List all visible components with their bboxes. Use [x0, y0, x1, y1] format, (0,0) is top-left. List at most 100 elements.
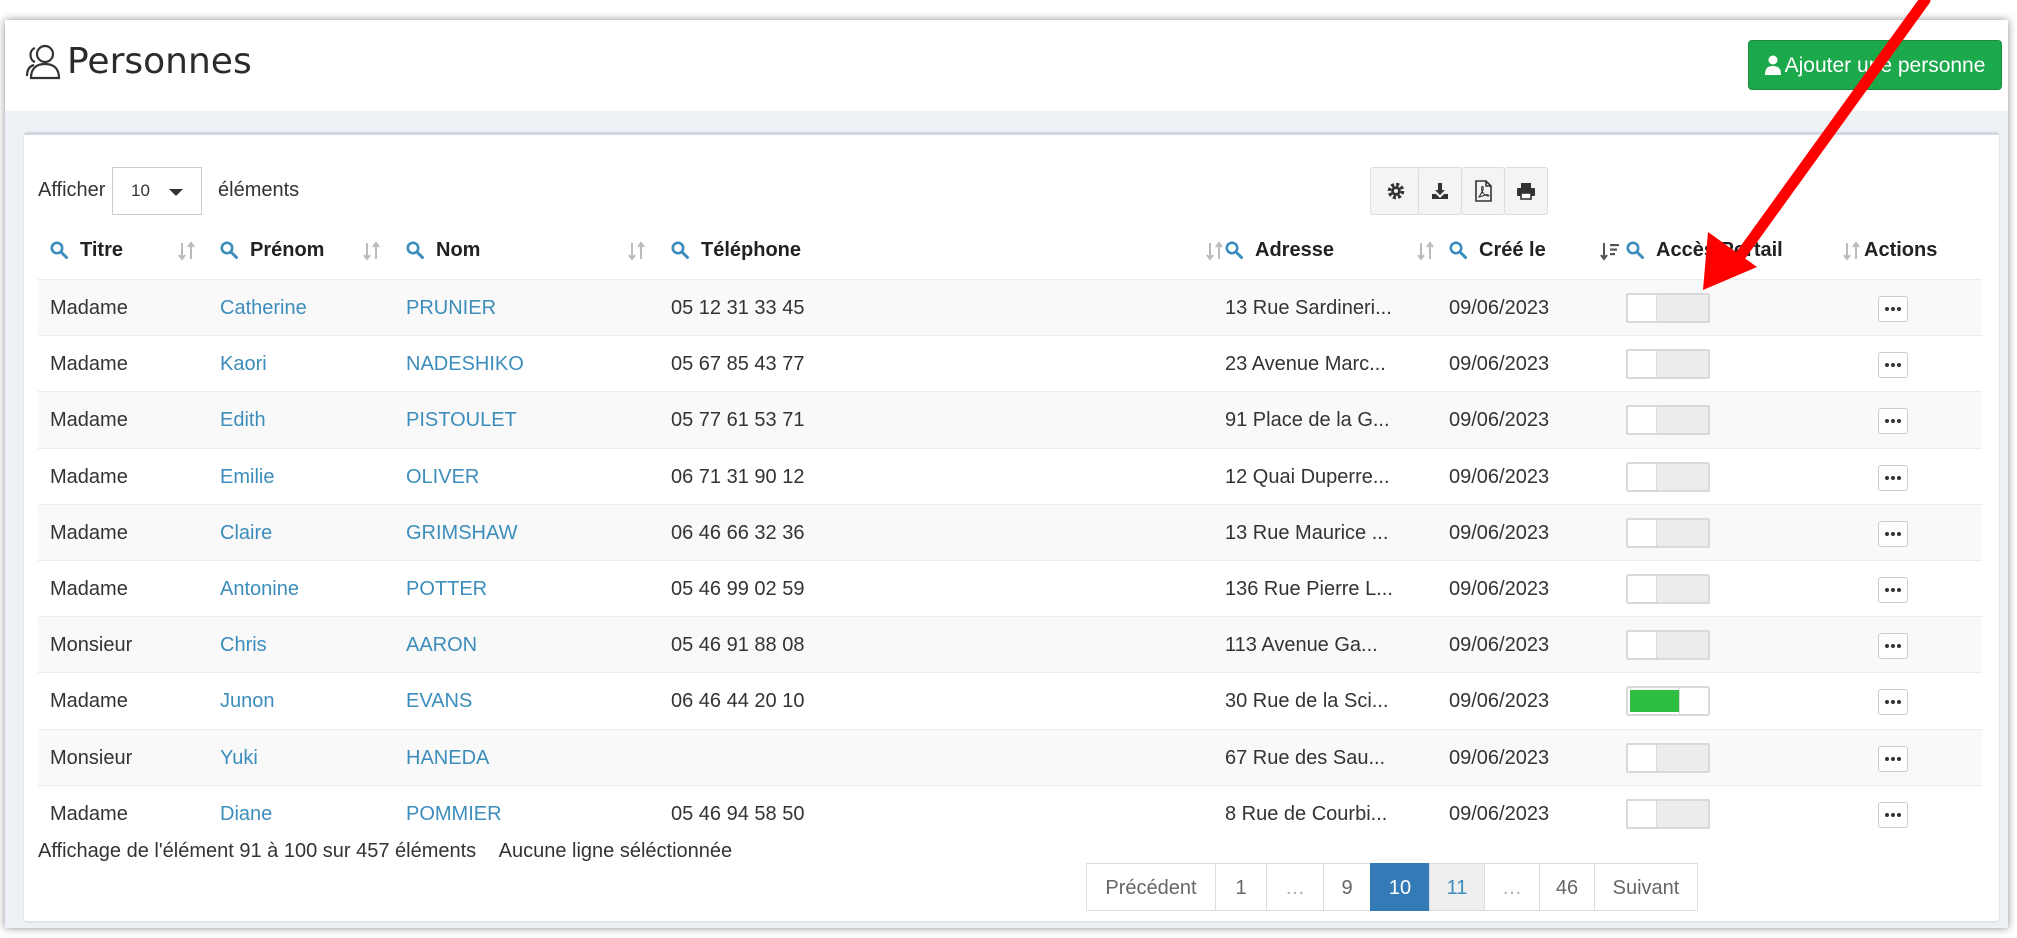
page-button-46[interactable]: 46 [1539, 863, 1595, 911]
previous-page-button[interactable]: Précédent [1086, 863, 1216, 911]
row-actions-button[interactable] [1878, 801, 1908, 828]
search-icon[interactable] [50, 241, 68, 259]
cell-prenom[interactable]: Kaori [220, 336, 400, 392]
cell-nom[interactable]: GRIMSHAW [406, 505, 656, 561]
cell-telephone: 05 12 31 33 45 [671, 297, 805, 319]
portal-access-toggle[interactable] [1626, 293, 1710, 323]
search-icon[interactable] [671, 241, 689, 259]
page-button-11[interactable]: 11 [1429, 863, 1485, 911]
column-label: Créé le [1479, 239, 1546, 261]
table-row[interactable]: Madame Emilie OLIVER 06 71 31 90 12 12 Quai … [38, 447, 1982, 505]
portal-access-toggle[interactable] [1626, 461, 1710, 492]
row-actions-button[interactable] [1878, 296, 1908, 322]
sort-icon[interactable] [626, 241, 648, 261]
cell-cree-le: 09/06/2023 [1449, 746, 1550, 769]
search-icon[interactable] [1626, 241, 1644, 259]
portal-access-toggle[interactable] [1626, 349, 1710, 380]
portal-access-toggle[interactable] [1626, 798, 1710, 829]
cell-prenom[interactable]: Junon [220, 673, 400, 729]
portal-access-toggle[interactable] [1626, 405, 1710, 436]
add-person-button[interactable]: Ajouter une personne [1748, 40, 2002, 90]
cell-prenom[interactable]: Edith [220, 392, 400, 448]
cell-nom[interactable]: NADESHIKO [406, 336, 656, 392]
table-row[interactable]: Monsieur Chris AARON 05 46 91 88 08 113 Aven… [38, 616, 1982, 674]
cell-nom[interactable]: OLIVER [406, 449, 656, 505]
portal-access-toggle[interactable] [1626, 742, 1710, 773]
search-icon[interactable] [220, 241, 238, 259]
portal-access-toggle[interactable] [1626, 574, 1710, 604]
cell-nom[interactable]: POTTER [406, 561, 656, 617]
print-button[interactable] [1504, 167, 1548, 215]
column-header-adresse[interactable]: Adresse [1225, 221, 1334, 279]
row-actions-button[interactable] [1878, 464, 1908, 491]
search-icon[interactable] [1225, 241, 1243, 259]
sort-icon[interactable] [176, 241, 198, 261]
cell-nom[interactable]: HANEDA [406, 730, 656, 786]
column-header-actions[interactable]: Actions [1864, 221, 1937, 279]
cell-cree-le: 09/06/2023 [1449, 297, 1550, 319]
portal-access-toggle[interactable] [1626, 686, 1710, 717]
selection-info-text: Aucune ligne séléctionnée [498, 840, 733, 862]
portal-access-toggle[interactable] [1626, 517, 1710, 548]
cell-adresse: 91 Place de la G... [1225, 409, 1390, 432]
pdf-button[interactable] [1461, 167, 1505, 215]
table-row[interactable]: Madame Edith PISTOULET 05 77 61 53 71 91 Pla… [38, 391, 1982, 449]
sort-icon[interactable] [1204, 241, 1226, 261]
page-button-1[interactable]: 1 [1215, 863, 1267, 911]
column-header-telephone[interactable]: Téléphone [671, 221, 801, 279]
cell-prenom[interactable]: Emilie [220, 449, 400, 505]
cell-nom[interactable]: AARON [406, 617, 656, 673]
cell-nom[interactable]: PRUNIER [406, 280, 656, 336]
sort-icon[interactable] [1841, 241, 1863, 261]
cell-prenom[interactable]: Antonine [220, 561, 400, 617]
next-page-button[interactable]: Suivant [1594, 863, 1698, 911]
page-button-9[interactable]: 9 [1323, 863, 1371, 911]
page-length-select[interactable]: 10 [112, 167, 202, 215]
sort-desc-icon[interactable] [1598, 241, 1620, 261]
cell-nom[interactable]: POMMIER [406, 786, 656, 842]
row-actions-button[interactable] [1878, 577, 1908, 603]
column-header-cree-le[interactable]: Créé le [1449, 221, 1546, 279]
column-label: Prénom [250, 239, 325, 261]
settings-button[interactable] [1370, 167, 1422, 215]
row-actions-button[interactable] [1878, 352, 1908, 379]
column-header-acces-portail[interactable]: Accès Portail [1626, 221, 1783, 279]
cell-adresse: 136 Rue Pierre L... [1225, 578, 1393, 600]
sort-icon[interactable] [1415, 241, 1437, 261]
cell-prenom[interactable]: Chris [220, 617, 400, 673]
cell-adresse: 30 Rue de la Sci... [1225, 690, 1389, 713]
export-button[interactable] [1418, 167, 1462, 215]
cell-titre: Madame [50, 578, 128, 600]
column-header-prenom[interactable]: Prénom [220, 221, 324, 279]
search-icon[interactable] [1449, 241, 1467, 259]
cell-prenom[interactable]: Catherine [220, 280, 400, 336]
cell-adresse: 67 Rue des Sau... [1225, 746, 1386, 769]
row-actions-button[interactable] [1878, 745, 1908, 772]
row-actions-button[interactable] [1878, 520, 1908, 547]
cell-adresse: 23 Avenue Marc... [1225, 353, 1386, 376]
column-label: Nom [436, 239, 481, 261]
cell-prenom[interactable]: Claire [220, 505, 400, 561]
cell-prenom[interactable]: Diane [220, 786, 400, 842]
cell-prenom[interactable]: Yuki [220, 730, 400, 786]
column-header-nom[interactable]: Nom [406, 221, 480, 279]
sort-icon[interactable] [361, 241, 383, 261]
cell-nom[interactable]: EVANS [406, 673, 656, 729]
table-row[interactable]: Madame Junon EVANS 06 46 44 20 10 30 Rue de … [38, 672, 1982, 729]
table-row[interactable]: Madame Kaori NADESHIKO 05 67 85 43 77 23 Ave… [38, 335, 1982, 392]
search-icon[interactable] [406, 241, 424, 259]
portal-access-toggle[interactable] [1626, 630, 1710, 661]
table-info: Affichage de l'élément 91 à 100 sur 457 … [38, 840, 750, 863]
row-actions-button[interactable] [1878, 689, 1908, 716]
table-row[interactable]: Madame Catherine PRUNIER 05 12 31 33 45 13 R… [38, 279, 1982, 336]
column-header-titre[interactable]: Titre [50, 221, 123, 279]
row-actions-button[interactable] [1878, 408, 1908, 435]
table-row[interactable]: Madame Claire GRIMSHAW 06 46 66 32 36 13 Rue… [38, 503, 1982, 561]
page-button-10[interactable]: 10 [1370, 863, 1430, 911]
row-actions-button[interactable] [1878, 633, 1908, 660]
table-row[interactable]: Madame Antonine POTTER 05 46 99 02 59 136 Ru… [38, 560, 1982, 617]
table-row[interactable]: Monsieur Yuki HANEDA 67 Rue des Sau... 09/06… [38, 728, 1982, 786]
gear-icon [1387, 182, 1405, 200]
cell-nom[interactable]: PISTOULET [406, 392, 656, 448]
table-row[interactable]: Madame Diane POMMIER 05 46 94 58 50 8 Rue de… [38, 784, 1982, 842]
